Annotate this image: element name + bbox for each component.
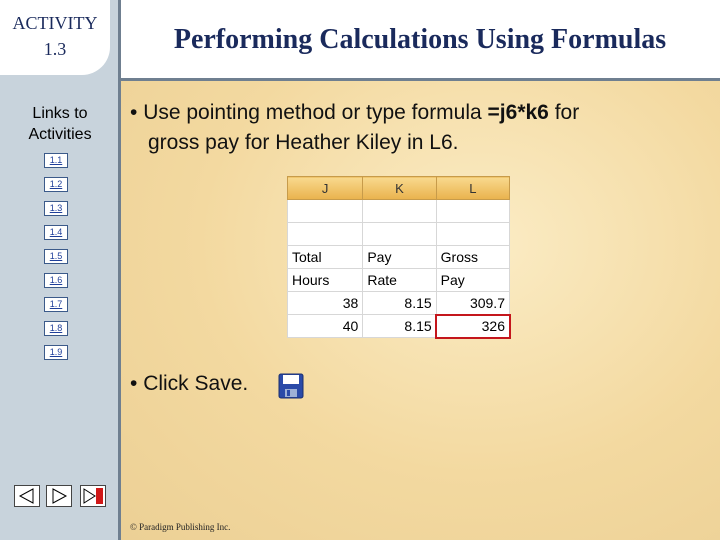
spreadsheet-excerpt: J K L Total Pay Gross Hours Rate Pay 38 … <box>286 176 511 339</box>
activity-link-1-9[interactable]: 1.9 <box>44 345 68 360</box>
sidebar: ACTIVITY 1.3 Links to Activities 1.1 1.2… <box>0 0 120 540</box>
save-icon[interactable] <box>278 373 304 399</box>
cell[interactable]: Rate <box>362 268 437 292</box>
instruction-bullet-1: • Use pointing method or type formula =j… <box>130 98 690 158</box>
nav-next-button[interactable] <box>46 485 72 507</box>
cell[interactable]: 38 <box>286 291 364 315</box>
selected-cell-l6[interactable]: 326 <box>435 313 511 339</box>
cell[interactable]: 8.15 <box>362 314 437 338</box>
cell[interactable]: Pay <box>435 268 511 292</box>
nav-exit-button[interactable] <box>80 485 106 507</box>
activity-link-1-1[interactable]: 1.1 <box>44 153 68 168</box>
activity-link-1-3[interactable]: 1.3 <box>44 201 68 216</box>
cell[interactable] <box>286 222 364 246</box>
activity-link-1-5[interactable]: 1.5 <box>44 249 68 264</box>
header: Performing Calculations Using Formulas <box>120 0 720 80</box>
activity-link-1-6[interactable]: 1.6 <box>44 273 68 288</box>
bullet-marker: • <box>130 372 144 395</box>
bullet1-formula: =j6*k6 <box>487 101 549 124</box>
exit-icon <box>83 488 103 504</box>
column-header-l[interactable]: L <box>435 176 511 200</box>
activity-link-1-4[interactable]: 1.4 <box>44 225 68 240</box>
bullet-marker: • <box>130 101 144 124</box>
cell[interactable] <box>435 222 511 246</box>
column-header-k[interactable]: K <box>362 176 437 200</box>
activity-link-1-8[interactable]: 1.8 <box>44 321 68 336</box>
cell[interactable] <box>286 199 364 223</box>
bullet1-text-pre: Use pointing method or type formula <box>143 101 488 124</box>
links-title-line2: Activities <box>28 126 92 143</box>
table-row: 40 8.15 326 <box>286 313 511 339</box>
table-row: Hours Rate Pay <box>286 268 511 292</box>
horizontal-divider <box>120 78 720 81</box>
cell[interactable]: 309.7 <box>435 291 511 315</box>
table-row <box>286 222 511 246</box>
table-row: 38 8.15 309.7 <box>286 291 511 315</box>
cell[interactable] <box>435 199 511 223</box>
activity-link-1-2[interactable]: 1.2 <box>44 177 68 192</box>
links-title: Links to Activities <box>10 103 110 145</box>
cell[interactable]: Gross <box>435 245 511 269</box>
cell[interactable]: Pay <box>362 245 437 269</box>
vertical-divider <box>118 0 121 540</box>
nav-first-button[interactable] <box>14 485 40 507</box>
cell[interactable]: 40 <box>286 314 364 338</box>
triangle-right-icon <box>52 488 68 504</box>
bullet1-text-post: for <box>548 101 580 124</box>
copyright-text: © Paradigm Publishing Inc. <box>130 522 231 532</box>
cell[interactable] <box>362 199 437 223</box>
cell[interactable]: Total <box>286 245 364 269</box>
links-title-line1: Links to <box>32 105 88 122</box>
page-title: Performing Calculations Using Formulas <box>173 24 667 55</box>
column-header-j[interactable]: J <box>286 176 364 200</box>
cell[interactable]: 8.15 <box>362 291 437 315</box>
activity-label: ACTIVITY <box>12 13 98 33</box>
activity-link-1-7[interactable]: 1.7 <box>44 297 68 312</box>
activity-badge: ACTIVITY 1.3 <box>0 0 110 75</box>
table-row: Total Pay Gross <box>286 245 511 269</box>
bullet2-text: Click Save. <box>143 372 249 395</box>
activity-number: 1.3 <box>43 39 67 59</box>
cell[interactable]: Hours <box>286 268 364 292</box>
triangle-left-icon <box>18 488 34 504</box>
bullet1-line2: gross pay for Heather Kiley in L6. <box>148 131 459 154</box>
instruction-bullet-2: • Click Save. <box>130 372 248 396</box>
cell[interactable] <box>362 222 437 246</box>
table-row <box>286 199 511 223</box>
